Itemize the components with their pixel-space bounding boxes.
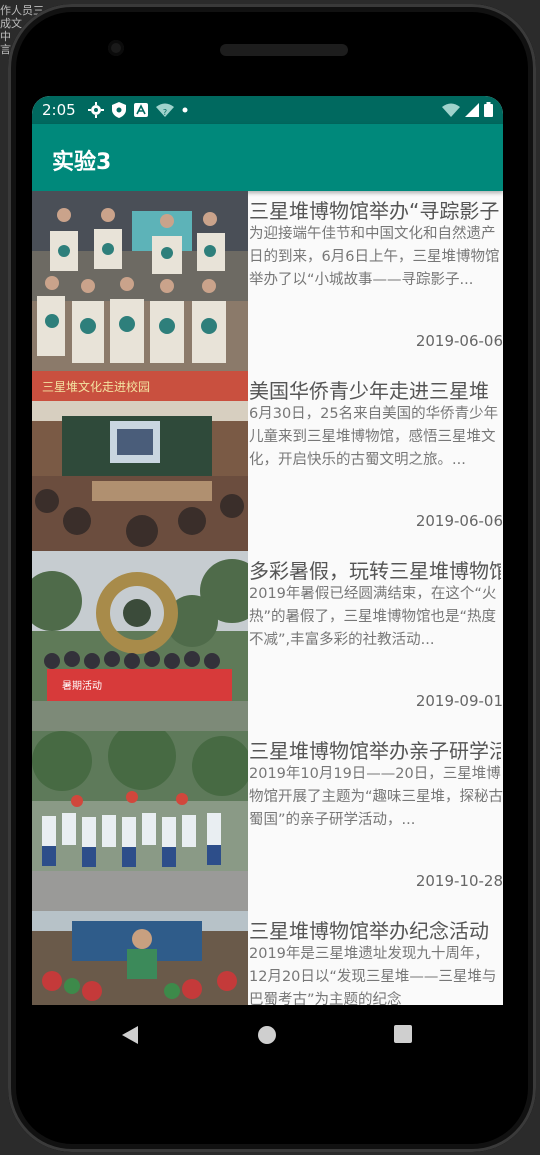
news-thumbnail bbox=[32, 911, 248, 1005]
news-thumbnail bbox=[32, 731, 248, 911]
news-date: 2019-09-01 bbox=[415, 692, 503, 710]
app-title: 实验3 bbox=[52, 150, 112, 175]
news-title: 三星堆博物馆举办“寻踪影子” bbox=[249, 199, 501, 223]
app-bar: 实验3 bbox=[32, 124, 503, 191]
news-date: 2019-06-06 bbox=[415, 332, 503, 350]
camera-icon bbox=[108, 40, 124, 56]
news-title: 多彩暑假，玩转三星堆博物馆 bbox=[249, 559, 501, 583]
list-item[interactable]: 三星堆文化走进校园 美国华侨青少年走进三星堆 6月30日，25名来自美国的华侨青… bbox=[32, 371, 503, 551]
wifi-icon bbox=[442, 103, 460, 117]
news-date: 2019-06-06 bbox=[415, 512, 503, 530]
shield-icon bbox=[112, 102, 126, 118]
news-thumbnail bbox=[32, 191, 248, 371]
list-item[interactable]: 三星堆博物馆举办“寻踪影子” 为迎接端午佳节和中国文化和自然遗产日的到来，6月6… bbox=[32, 191, 503, 371]
phone-screen: 2:05 ? 实验3 三星堆博物馆举办“寻踪影子” 为迎接端午佳节和中国文化和自… bbox=[32, 96, 503, 1005]
news-description: 2019年10月19日——20日，三星堆博物馆开展了主题为“趣味三星堆，探秘古蜀… bbox=[249, 766, 503, 828]
back-icon[interactable] bbox=[120, 1025, 140, 1045]
svg-text:三星堆文化走进校园: 三星堆文化走进校园 bbox=[42, 379, 150, 394]
news-title: 美国华侨青少年走进三星堆 bbox=[249, 379, 489, 403]
news-description: 为迎接端午佳节和中国文化和自然遗产日的到来，6月6日上午，三星堆博物馆举办了以“… bbox=[249, 226, 500, 288]
font-icon bbox=[134, 103, 148, 117]
news-description: 6月30日，25名来自美国的华侨青少年儿童来到三星堆博物馆，感悟三星堆文化，开启… bbox=[249, 406, 499, 468]
battery-icon bbox=[484, 102, 493, 117]
news-thumbnail: 三星堆文化走进校园 bbox=[32, 371, 248, 551]
list-item[interactable]: 三星堆博物馆举办亲子研学活动 2019年10月19日——20日，三星堆博物馆开展… bbox=[32, 731, 503, 911]
news-date: 2019-10-28 bbox=[415, 872, 503, 890]
home-icon[interactable] bbox=[257, 1025, 277, 1045]
svg-text:?: ? bbox=[163, 108, 167, 117]
news-list[interactable]: 三星堆博物馆举办“寻踪影子” 为迎接端午佳节和中国文化和自然遗产日的到来，6月6… bbox=[32, 191, 503, 1005]
wifi-question-icon: ? bbox=[156, 103, 174, 117]
signal-icon bbox=[465, 102, 479, 117]
gear-icon bbox=[88, 102, 104, 118]
recents-icon[interactable] bbox=[394, 1025, 412, 1043]
list-item[interactable]: 三星堆博物馆举办纪念活动 2019年是三星堆遗址发现九十周年，12月20日以“发… bbox=[32, 911, 503, 1005]
status-bar: 2:05 ? bbox=[32, 96, 503, 124]
list-item[interactable]: 暑期活动 多彩暑假，玩转三星堆博物馆 2019年暑假已经圆满结束，在这个“火热”… bbox=[32, 551, 503, 731]
news-description: 2019年是三星堆遗址发现九十周年，12月20日以“发现三星堆——三星堆与巴蜀考… bbox=[249, 946, 497, 1005]
speaker-grille bbox=[220, 44, 348, 56]
status-time: 2:05 bbox=[42, 101, 76, 119]
news-description: 2019年暑假已经圆满结束，在这个“火热”的暑假了，三星堆博物馆也是“热度不减”… bbox=[249, 586, 497, 648]
news-title: 三星堆博物馆举办亲子研学活动 bbox=[249, 739, 501, 763]
navigation-bar bbox=[32, 1005, 503, 1065]
news-title: 三星堆博物馆举办纪念活动 bbox=[249, 919, 489, 943]
news-thumbnail: 暑期活动 bbox=[32, 551, 248, 731]
dot-icon bbox=[182, 107, 188, 113]
svg-text:暑期活动: 暑期活动 bbox=[62, 680, 102, 692]
